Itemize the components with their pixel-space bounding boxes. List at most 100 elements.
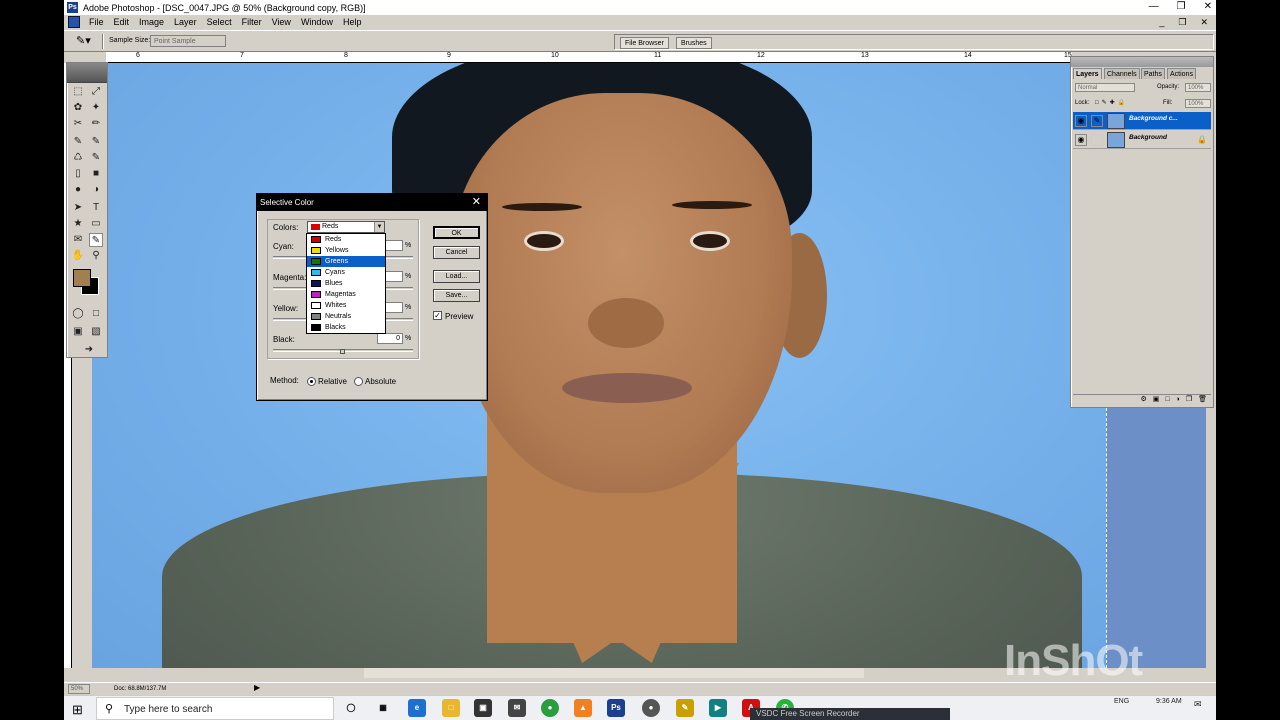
language-indicator[interactable]: ENG xyxy=(1114,698,1129,705)
fill-input[interactable]: 100% xyxy=(1185,99,1211,108)
colors-option[interactable]: Reds xyxy=(307,234,385,245)
colors-option[interactable]: Neutrals xyxy=(307,311,385,322)
mail-icon[interactable]: ✉ xyxy=(508,699,526,717)
close-icon[interactable]: ✕ xyxy=(1204,0,1212,14)
chrome-icon[interactable]: ● xyxy=(541,699,559,717)
dialog-close-icon[interactable]: ✕ xyxy=(472,194,481,211)
tab-brushes[interactable]: Brushes xyxy=(676,37,712,49)
ok-button[interactable]: OK xyxy=(433,226,480,239)
standard-mode-icon[interactable]: □ xyxy=(89,307,103,321)
menu-select[interactable]: Select xyxy=(202,15,237,29)
pen-app-icon[interactable]: ✎ xyxy=(676,699,694,717)
tab-layers[interactable]: Layers xyxy=(1073,68,1102,79)
document-icon[interactable] xyxy=(68,16,80,28)
minimize-icon[interactable]: — xyxy=(1149,0,1159,14)
menu-window[interactable]: Window xyxy=(296,15,338,29)
recorder-app-icon[interactable]: ● xyxy=(642,699,660,717)
layer-link-slot[interactable] xyxy=(1091,134,1103,146)
black-slider-thumb[interactable] xyxy=(340,349,345,354)
visibility-eye-icon[interactable]: ◉ xyxy=(1075,115,1087,127)
path-select-icon[interactable]: ➤ xyxy=(71,201,85,215)
opacity-input[interactable]: 100% xyxy=(1185,83,1211,92)
menu-file[interactable]: File xyxy=(84,15,109,29)
tab-paths[interactable]: Paths xyxy=(1141,68,1165,79)
sample-size-select[interactable]: Point Sample xyxy=(150,35,226,47)
horizontal-scrollbar[interactable] xyxy=(364,668,864,678)
full-screen-mode-icon[interactable]: ▧ xyxy=(89,325,103,339)
colors-option[interactable]: Cyans xyxy=(307,267,385,278)
healing-brush-icon[interactable]: ✎ xyxy=(71,135,85,149)
colors-option[interactable]: Blacks xyxy=(307,322,385,333)
layer-mask-icon[interactable]: ▣ xyxy=(1153,395,1160,405)
load-button[interactable]: Load... xyxy=(433,270,480,283)
adjustment-layer-icon[interactable]: ◑ xyxy=(1176,395,1180,405)
colors-option[interactable]: Magentas xyxy=(307,289,385,300)
clone-stamp-icon[interactable]: ♺ xyxy=(71,151,85,165)
status-menu-arrow-icon[interactable]: ▶ xyxy=(254,683,260,692)
layer-style-icon[interactable]: ⚙ xyxy=(1140,395,1146,405)
menu-view[interactable]: View xyxy=(267,15,296,29)
vlc-icon[interactable]: ▲ xyxy=(574,699,592,717)
colors-select[interactable]: Reds ▼ xyxy=(307,221,385,233)
colors-option[interactable]: Whites xyxy=(307,300,385,311)
layer-row[interactable]: ◉ ✎ Background c... xyxy=(1073,112,1211,130)
zoom-tool-icon[interactable]: ⚲ xyxy=(89,249,103,263)
crop-tool-icon[interactable]: ✂ xyxy=(71,117,85,131)
layer-brush-icon[interactable]: ✎ xyxy=(1091,115,1103,127)
tab-actions[interactable]: Actions xyxy=(1167,68,1196,79)
lasso-tool-icon[interactable]: ✿ xyxy=(71,101,85,115)
new-layer-icon[interactable]: ❐ xyxy=(1186,395,1192,405)
zoom-level[interactable]: 50% xyxy=(68,684,90,694)
photoshop-taskbar-icon[interactable]: Ps xyxy=(607,699,625,717)
history-brush-icon[interactable]: ✎ xyxy=(89,151,103,165)
menu-layer[interactable]: Layer xyxy=(169,15,202,29)
visibility-eye-icon[interactable]: ◉ xyxy=(1075,134,1087,146)
blend-mode-select[interactable]: Normal xyxy=(1075,83,1135,92)
notes-tool-icon[interactable]: ✉ xyxy=(71,233,85,247)
eyedropper-tool-icon[interactable]: ✎ xyxy=(89,233,103,247)
marquee-tool-icon[interactable]: ⬚ xyxy=(71,85,85,99)
preview-checkbox[interactable]: ✓ xyxy=(433,311,442,320)
gradient-tool-icon[interactable]: ■ xyxy=(89,167,103,181)
quick-mask-icon[interactable]: ◯ xyxy=(71,307,85,321)
jump-to-imageready-icon[interactable]: ➜ xyxy=(77,343,101,357)
colors-option[interactable]: Yellows xyxy=(307,245,385,256)
colors-option[interactable]: Blues xyxy=(307,278,385,289)
menu-edit[interactable]: Edit xyxy=(109,15,135,29)
doc-restore-icon[interactable]: ❐ xyxy=(1178,15,1186,29)
vertical-scrollbar[interactable] xyxy=(1206,408,1216,668)
magic-wand-icon[interactable]: ✦ xyxy=(89,101,103,115)
tab-channels[interactable]: Channels xyxy=(1104,68,1140,79)
pen-tool-icon[interactable]: ★ xyxy=(71,217,85,231)
blur-tool-icon[interactable]: ● xyxy=(71,183,85,197)
document-canvas[interactable] xyxy=(92,63,1106,668)
move-tool-icon[interactable]: ⤢ xyxy=(89,85,103,99)
doc-minimize-icon[interactable]: _ xyxy=(1159,15,1164,29)
store-icon[interactable]: ▣ xyxy=(474,699,492,717)
absolute-radio[interactable] xyxy=(354,377,363,386)
eraser-tool-icon[interactable]: ▯ xyxy=(71,167,85,181)
save-button[interactable]: Save... xyxy=(433,289,480,302)
doc-close-icon[interactable]: ✕ xyxy=(1200,15,1208,29)
black-input[interactable]: 0 xyxy=(377,333,403,344)
menu-image[interactable]: Image xyxy=(134,15,169,29)
layer-row[interactable]: ◉ Background 🔒 xyxy=(1073,131,1211,149)
clock-time[interactable]: 9:36 AM xyxy=(1156,698,1182,705)
task-view-icon[interactable]: ▦ xyxy=(374,699,392,717)
new-set-icon[interactable]: □ xyxy=(1165,395,1169,405)
edge-icon[interactable]: e xyxy=(408,699,426,717)
eyedropper-icon[interactable]: ✎▾ xyxy=(76,35,94,48)
windows-start-icon[interactable]: ⊞ xyxy=(72,702,83,718)
brush-tool-icon[interactable]: ✎ xyxy=(89,135,103,149)
tab-file-browser[interactable]: File Browser xyxy=(620,37,669,49)
cortana-icon[interactable]: ◯ xyxy=(342,699,360,717)
colors-option[interactable]: Greens xyxy=(307,256,385,267)
dodge-tool-icon[interactable]: ◑ xyxy=(89,183,103,197)
delete-layer-icon[interactable]: 🗑 xyxy=(1198,395,1207,405)
hand-tool-icon[interactable]: ✋ xyxy=(71,249,85,263)
lock-icons[interactable]: □✎✚🔒 xyxy=(1095,97,1128,110)
file-explorer-icon[interactable]: □ xyxy=(442,699,460,717)
relative-radio[interactable] xyxy=(307,377,316,386)
app-icon[interactable]: ▶ xyxy=(709,699,727,717)
foreground-color-swatch[interactable] xyxy=(73,269,91,287)
